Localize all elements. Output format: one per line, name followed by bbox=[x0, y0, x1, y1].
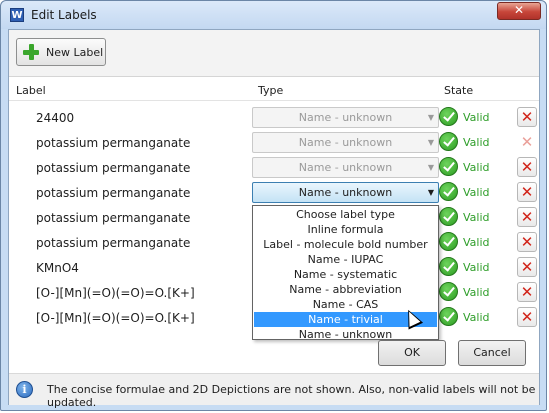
label-cell[interactable]: potassium permanganate bbox=[36, 211, 190, 225]
state-text: Valid bbox=[463, 211, 490, 224]
toolbar: New Label bbox=[9, 30, 539, 77]
valid-check-icon bbox=[439, 232, 458, 251]
dialog-content: New Label Label Type State 24400 Name - … bbox=[8, 29, 540, 409]
info-icon: i bbox=[16, 381, 33, 398]
ok-button[interactable]: OK bbox=[378, 340, 446, 366]
valid-check-icon bbox=[439, 107, 458, 126]
status-message: The concise formulae and 2D Depictions a… bbox=[47, 383, 536, 409]
state-text: Valid bbox=[463, 161, 490, 174]
type-value: Name - unknown bbox=[298, 186, 393, 199]
delete-row-button[interactable]: ✕ bbox=[517, 232, 537, 252]
window-title: Edit Labels bbox=[31, 8, 97, 22]
title-bar[interactable]: W Edit Labels ✕ bbox=[1, 1, 546, 29]
valid-check-icon bbox=[439, 132, 458, 151]
label-cell[interactable]: potassium permanganate bbox=[36, 236, 190, 250]
plus-icon bbox=[23, 44, 39, 60]
label-cell[interactable]: [O-][Mn](=O)(=O)=O.[K+] bbox=[36, 286, 195, 300]
new-label-button[interactable]: New Label bbox=[16, 38, 106, 66]
close-button[interactable]: ✕ bbox=[497, 2, 541, 20]
delete-row-button[interactable]: ✕ bbox=[517, 182, 537, 202]
state-text: Valid bbox=[463, 311, 490, 324]
dropdown-arrow-icon: ▼ bbox=[427, 163, 434, 172]
delete-row-button[interactable]: ✕ bbox=[517, 132, 537, 152]
dropdown-option[interactable]: Inline formula bbox=[254, 222, 437, 237]
dropdown-option[interactable]: Label - molecule bold number bbox=[254, 237, 437, 252]
state-text: Valid bbox=[463, 261, 490, 274]
label-cell[interactable]: potassium permanganate bbox=[36, 161, 190, 175]
valid-check-icon bbox=[439, 207, 458, 226]
label-cell[interactable]: potassium permanganate bbox=[36, 186, 190, 200]
header-divider bbox=[9, 100, 539, 101]
dropdown-arrow-icon: ▼ bbox=[427, 113, 434, 122]
label-cell[interactable]: [O-][Mn](=O)(=O)=O.[K+] bbox=[36, 311, 195, 325]
edit-labels-dialog: W Edit Labels ✕ New Label Label Type Sta… bbox=[0, 0, 547, 411]
dropdown-option[interactable]: Name - IUPAC bbox=[254, 252, 437, 267]
delete-row-button[interactable]: ✕ bbox=[517, 157, 537, 177]
dropdown-option[interactable]: Choose label type bbox=[254, 207, 437, 222]
status-bar: i The concise formulae and 2D Depictions… bbox=[9, 373, 539, 409]
delete-row-button[interactable]: ✕ bbox=[517, 207, 537, 227]
column-header-state: State bbox=[444, 84, 474, 97]
dropdown-arrow-icon: ▼ bbox=[427, 188, 434, 197]
type-combobox[interactable]: Name - unknown ▼ bbox=[252, 107, 439, 128]
type-value: Name - unknown bbox=[298, 136, 393, 149]
table-row: potassium permanganate Name - unknown ▼ … bbox=[9, 156, 539, 181]
valid-check-icon bbox=[439, 157, 458, 176]
label-cell[interactable]: KMnO4 bbox=[36, 261, 79, 275]
column-header-type: Type bbox=[258, 84, 284, 97]
state-text: Valid bbox=[463, 286, 490, 299]
valid-check-icon bbox=[439, 282, 458, 301]
new-label-text: New Label bbox=[46, 46, 104, 59]
app-icon: W bbox=[10, 8, 24, 22]
delete-row-button[interactable]: ✕ bbox=[517, 257, 537, 277]
delete-row-button[interactable]: ✕ bbox=[517, 282, 537, 302]
valid-check-icon bbox=[439, 257, 458, 276]
valid-check-icon bbox=[439, 182, 458, 201]
column-header-label: Label bbox=[16, 84, 46, 97]
dropdown-option[interactable]: Name - abbreviation bbox=[254, 282, 437, 297]
delete-row-button[interactable]: ✕ bbox=[517, 307, 537, 327]
type-value: Name - unknown bbox=[298, 161, 393, 174]
dropdown-option[interactable]: Name - systematic bbox=[254, 267, 437, 282]
state-text: Valid bbox=[463, 186, 490, 199]
dropdown-arrow-icon: ▼ bbox=[427, 138, 434, 147]
valid-check-icon bbox=[439, 307, 458, 326]
state-text: Valid bbox=[463, 236, 490, 249]
table-row: potassium permanganate Name - unknown ▼ … bbox=[9, 181, 539, 206]
state-text: Valid bbox=[463, 136, 490, 149]
cancel-button[interactable]: Cancel bbox=[458, 340, 526, 366]
label-cell[interactable]: potassium permanganate bbox=[36, 136, 190, 150]
delete-row-button[interactable]: ✕ bbox=[517, 107, 537, 127]
table-row: 24400 Name - unknown ▼ Valid ✕ bbox=[9, 106, 539, 131]
type-value: Name - unknown bbox=[298, 111, 393, 124]
type-combobox-open[interactable]: Name - unknown ▼ bbox=[252, 182, 439, 203]
label-cell[interactable]: 24400 bbox=[36, 111, 74, 125]
table-row: potassium permanganate Name - unknown ▼ … bbox=[9, 131, 539, 156]
type-combobox[interactable]: Name - unknown ▼ bbox=[252, 157, 439, 178]
type-combobox[interactable]: Name - unknown ▼ bbox=[252, 132, 439, 153]
state-text: Valid bbox=[463, 111, 490, 124]
